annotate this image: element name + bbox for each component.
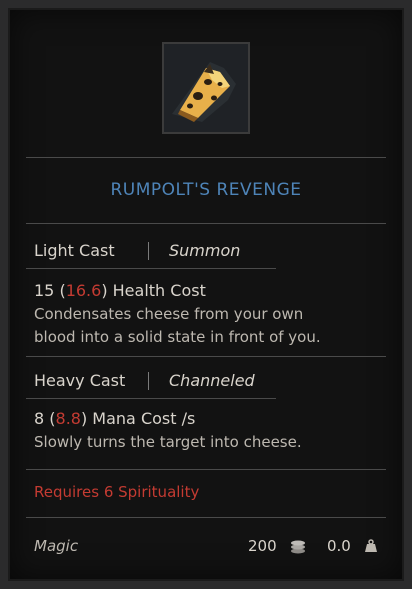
divider (26, 223, 386, 224)
light-cast-cost-label: Health Cost (112, 281, 206, 300)
light-cast-cost-base: 15 (34, 281, 55, 300)
item-icon-slot (162, 42, 250, 134)
heavy-cast-cost: 8 (8.8) Mana Cost /s (34, 409, 196, 428)
divider (26, 268, 276, 269)
item-title: RUMPOLT'S REVENGE (110, 180, 302, 200)
light-cast-cost: 15 (16.6) Health Cost (34, 281, 206, 300)
coins-icon (291, 540, 305, 554)
item-weight: 0.0 (327, 537, 351, 555)
divider (26, 517, 386, 518)
separator (148, 242, 149, 260)
item-category: Magic (34, 537, 79, 555)
heavy-cast-type: Channeled (169, 371, 255, 390)
heavy-cast-cost-base: 8 (34, 409, 45, 428)
divider (26, 356, 386, 357)
light-cast-desc-line1: Condensates cheese from your own (34, 305, 304, 323)
divider (26, 469, 386, 470)
light-cast-cost-bonus: 16.6 (65, 281, 102, 300)
heavy-cast-cost-bonus: 8.8 (55, 409, 81, 428)
heavy-cast-cost-label: Mana Cost /s (92, 409, 196, 428)
heavy-cast-label: Heavy Cast (34, 371, 126, 390)
divider (26, 398, 276, 399)
requirement-text: Requires 6 Spirituality (34, 483, 200, 501)
separator (148, 372, 149, 390)
weight-icon (365, 539, 377, 552)
heavy-cast-desc: Slowly turns the target into cheese. (34, 433, 302, 451)
light-cast-label: Light Cast (34, 241, 115, 260)
light-cast-desc-line2: blood into a solid state in front of you… (34, 328, 321, 346)
cheese-icon (164, 44, 248, 132)
item-price: 200 (248, 537, 277, 555)
divider (26, 157, 386, 158)
light-cast-type: Summon (169, 241, 241, 260)
